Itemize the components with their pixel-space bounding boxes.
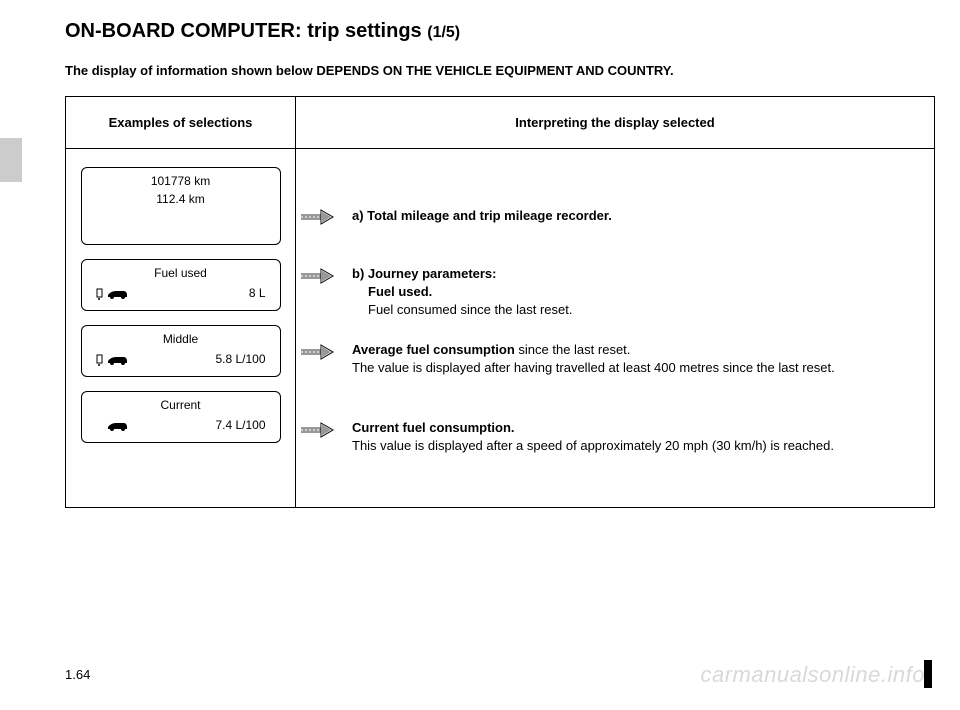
entry-a: a) Total mileage and trip mileage record… xyxy=(296,167,922,265)
display-avg-value: 5.8 L/100 xyxy=(215,352,265,366)
table-header-row: Examples of selections Interpreting the … xyxy=(66,97,934,149)
watermark: carmanualsonline.info xyxy=(700,662,925,688)
title-sub: (1/5) xyxy=(427,24,460,41)
corner-mark xyxy=(924,660,932,688)
entry-b: b) Journey parameters: Fuel used. Fuel c… xyxy=(296,265,922,341)
arrow-icon xyxy=(296,341,338,361)
manual-page: ON-BOARD COMPUTER: trip settings (1/5) T… xyxy=(0,0,960,710)
header-examples: Examples of selections xyxy=(66,97,296,148)
header-interpreting: Interpreting the display selected xyxy=(296,97,934,148)
entry-c: Average fuel consumption since the last … xyxy=(296,341,922,419)
display-mileage-total: 101778 km xyxy=(92,174,270,188)
page-subtitle: The display of information shown below D… xyxy=(65,63,930,78)
entry-b-label: b) Journey parameters: xyxy=(352,265,922,283)
entry-b-sub2: Fuel consumed since the last reset. xyxy=(368,302,573,317)
entry-c-cont: since the last reset. xyxy=(515,342,631,357)
entry-d-line2: This value is displayed after a speed of… xyxy=(352,438,834,453)
display-avg-consumption: Middle 5.8 L/100 xyxy=(81,325,281,377)
entry-a-label: a) Total mileage and trip mileage record… xyxy=(352,208,612,223)
display-fuel-used-value: 8 L xyxy=(249,286,266,300)
display-current-consumption: Current 7.4 L/100 xyxy=(81,391,281,443)
entry-c-line2: The value is displayed after having trav… xyxy=(352,360,835,375)
table-body-row: 101778 km 112.4 km Fuel used xyxy=(66,149,934,507)
main-table: Examples of selections Interpreting the … xyxy=(65,96,935,508)
entry-d-lead: Current fuel consumption. xyxy=(352,420,515,435)
pump-car-icon xyxy=(96,352,132,366)
arrow-icon xyxy=(296,419,338,439)
display-fuel-used: Fuel used 8 L xyxy=(81,259,281,311)
entry-b-sub1: Fuel used. xyxy=(368,284,432,299)
page-title: ON-BOARD COMPUTER: trip settings (1/5) xyxy=(65,20,930,43)
page-number: 1.64 xyxy=(65,667,90,682)
display-current-value: 7.4 L/100 xyxy=(215,418,265,432)
entry-d: Current fuel consumption. This value is … xyxy=(296,419,922,489)
display-avg-title: Middle xyxy=(92,332,270,346)
arrow-icon xyxy=(296,206,338,226)
display-fuel-used-title: Fuel used xyxy=(92,266,270,280)
display-current-title: Current xyxy=(92,398,270,412)
displays-column: 101778 km 112.4 km Fuel used xyxy=(66,149,296,507)
pump-car-icon xyxy=(96,286,132,300)
title-main: ON-BOARD COMPUTER: trip settings xyxy=(65,20,422,42)
display-mileage: 101778 km 112.4 km xyxy=(81,167,281,245)
arrow-icon xyxy=(296,265,338,285)
car-icon xyxy=(96,418,132,432)
entry-c-lead: Average fuel consumption xyxy=(352,342,515,357)
descriptions-column: a) Total mileage and trip mileage record… xyxy=(296,149,934,507)
side-tab xyxy=(0,138,22,182)
display-mileage-trip: 112.4 km xyxy=(92,192,270,206)
